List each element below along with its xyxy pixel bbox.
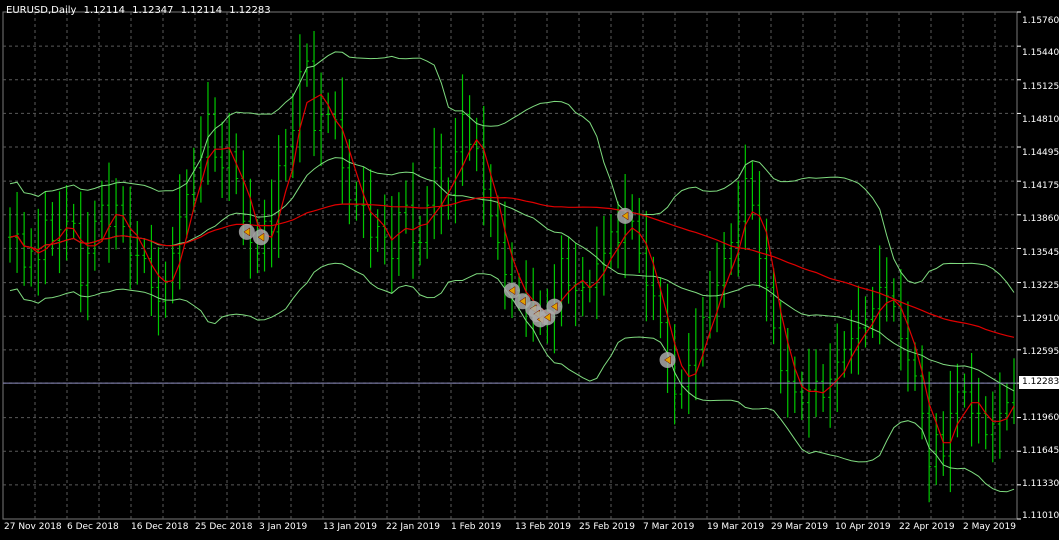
high-price: 1.12347 bbox=[132, 5, 174, 16]
price-tick: 1.11330 bbox=[1022, 479, 1059, 489]
price-tick: 1.15760 bbox=[1022, 16, 1059, 26]
price-tick: 1.11010 bbox=[1022, 511, 1059, 521]
symbol-header: EURUSD,Daily 1.12114 1.12347 1.12114 1.1… bbox=[6, 5, 275, 16]
price-tick: 1.14810 bbox=[1022, 115, 1059, 125]
time-label: 25 Feb 2019 bbox=[579, 522, 636, 532]
time-label: 22 Jan 2019 bbox=[386, 522, 440, 532]
plot-frame bbox=[2, 11, 1018, 520]
price-tick: 1.15440 bbox=[1022, 48, 1059, 58]
time-label: 6 Dec 2018 bbox=[67, 522, 119, 532]
time-label: 29 Mar 2019 bbox=[771, 522, 829, 532]
time-label: 3 Jan 2019 bbox=[259, 522, 308, 532]
current-price-label: 1.12283 bbox=[1019, 376, 1059, 389]
price-tick: 1.12595 bbox=[1022, 347, 1059, 357]
price-tick: 1.13860 bbox=[1022, 214, 1059, 224]
price-tick: 1.12910 bbox=[1022, 314, 1059, 324]
price-tick: 1.14495 bbox=[1022, 148, 1059, 158]
time-label: 13 Feb 2019 bbox=[515, 522, 572, 532]
time-label: 10 Apr 2019 bbox=[835, 522, 891, 532]
time-label: 27 Nov 2018 bbox=[4, 522, 62, 532]
low-price: 1.12114 bbox=[180, 5, 223, 16]
price-tick: 1.14175 bbox=[1022, 181, 1059, 191]
time-label: 16 Dec 2018 bbox=[131, 522, 189, 532]
price-tick: 1.13545 bbox=[1022, 248, 1059, 258]
time-label: 13 Jan 2019 bbox=[323, 522, 377, 532]
time-label: 1 Feb 2019 bbox=[451, 522, 502, 532]
open-price: 1.12114 bbox=[83, 5, 125, 16]
price-tick: 1.11960 bbox=[1022, 413, 1059, 423]
time-label: 25 Dec 2018 bbox=[195, 522, 253, 532]
time-label: 2 May 2019 bbox=[963, 522, 1016, 532]
price-chart[interactable] bbox=[0, 0, 1059, 540]
time-label: 7 Mar 2019 bbox=[643, 522, 695, 532]
time-label: 19 Mar 2019 bbox=[707, 522, 765, 532]
close-price: 1.12283 bbox=[229, 5, 271, 16]
price-tick: 1.11645 bbox=[1022, 446, 1059, 456]
price-tick: 1.15125 bbox=[1022, 82, 1059, 92]
price-tick: 1.13225 bbox=[1022, 281, 1059, 291]
symbol-timeframe: EURUSD,Daily bbox=[6, 5, 77, 16]
chart-window[interactable]: EURUSD,Daily 1.12114 1.12347 1.12114 1.1… bbox=[0, 0, 1059, 540]
time-label: 22 Apr 2019 bbox=[899, 522, 955, 532]
